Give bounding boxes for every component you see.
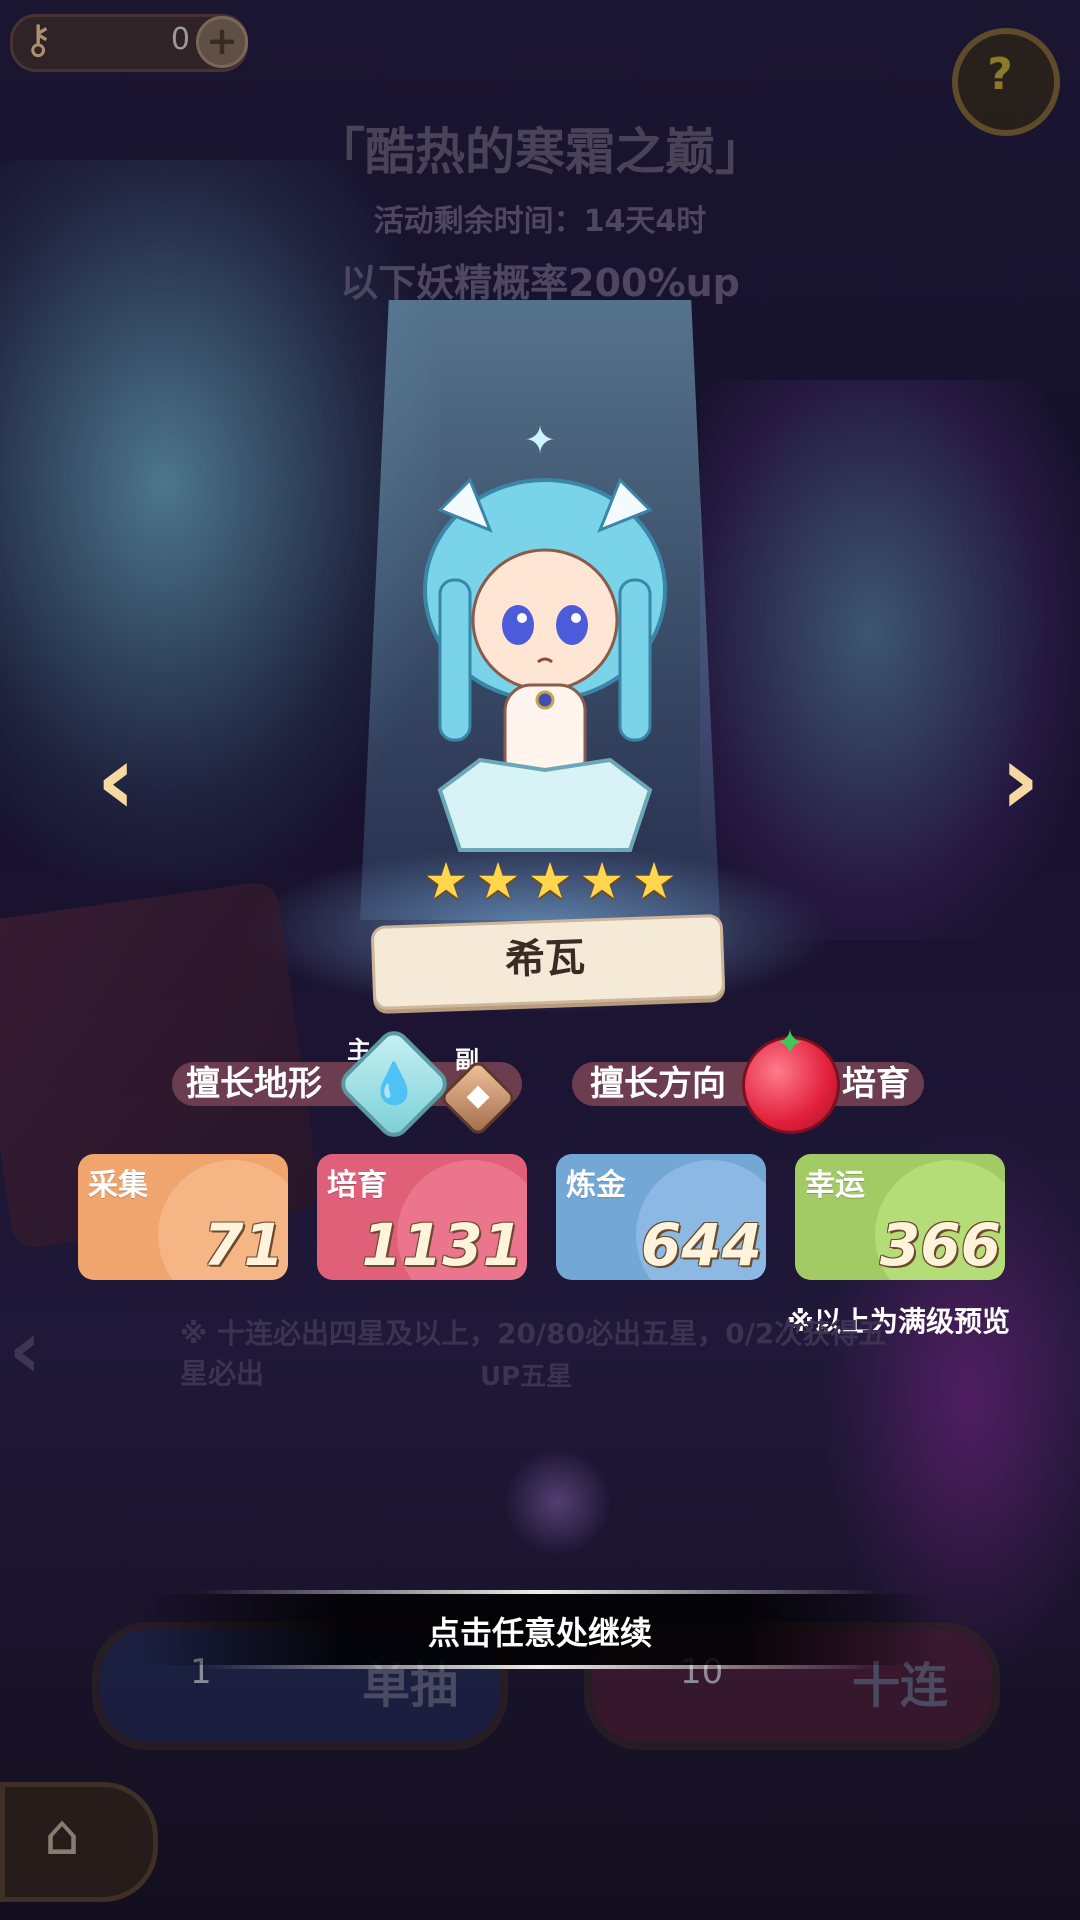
direction-label: 擅长方向 [590,1064,726,1104]
stat-card-gather: 采集 71 [78,1154,288,1280]
fairy-name: 希瓦 [504,934,586,984]
plus-icon: + [206,19,238,63]
background-orb [506,1450,610,1554]
tomato-leaf-icon: ✦ [774,1023,806,1064]
star-icon: ★ [475,852,521,910]
star-rating: ★ ★ ★ ★ ★ [420,856,680,906]
stat-label: 采集 [88,1168,148,1203]
terrain-label: 擅长地形 [186,1064,322,1104]
stat-card-alchemy: 炼金 644 [556,1154,766,1280]
stat-value: 1131 [361,1211,523,1279]
star-icon: ★ [423,852,469,910]
prev-fairy-button[interactable]: ‹ [86,730,146,830]
key-count: 0 [170,22,190,57]
stat-value: 366 [879,1211,1001,1279]
stat-value: 71 [203,1211,284,1279]
background-fairy-art-right [700,380,1080,940]
star-icon: ★ [579,852,625,910]
water-drop-icon: 💧 [369,1061,419,1107]
stat-value: 644 [640,1211,762,1279]
crystal-icon: ◆ [466,1078,490,1113]
home-icon: ⌂ [44,1803,80,1868]
key-icon: ⚷ [23,17,53,63]
event-time-remaining: 活动剩余时间：14天4时 [373,204,707,239]
event-title: 「酷热的寒霜之巅」 [315,123,765,181]
sparkle-icon: ✦ [524,418,556,462]
gacha-result-screen[interactable]: ⚷ 0 + ? 「酷热的寒霜之巅」 活动剩余时间：14天4时 以下妖精概率200… [0,0,1080,1920]
tap-to-continue[interactable]: 点击任意处继续 [340,1608,740,1652]
stat-card-nurture: 培育 1131 [317,1154,527,1280]
event-rate-up: 以下妖精概率200%up [340,261,740,305]
chevron-right-icon: › [1000,724,1040,836]
background-rule-text: ※ 十连必出四星及以上，20/80必出五星，0/2次获得五星必出 [180,1317,887,1390]
stat-label: 幸运 [805,1168,865,1203]
stat-label: 培育 [327,1168,387,1203]
background-prev-arrow: ‹ [8,1303,42,1396]
star-icon: ★ [527,852,573,910]
direction-value: 培育 [842,1064,910,1104]
stat-label: 炼金 [566,1168,626,1203]
divider [200,1665,880,1669]
divider [200,1590,880,1594]
question-icon: ? [987,49,1013,100]
background-rule-text-2: UP五星 [480,1362,573,1392]
next-fairy-button[interactable]: › [990,730,1050,830]
star-icon: ★ [631,852,677,910]
fairy-character [400,470,690,870]
stat-card-luck: 幸运 366 [795,1154,1005,1280]
chevron-left-icon: ‹ [96,724,136,836]
add-key-button[interactable]: + [196,16,248,68]
